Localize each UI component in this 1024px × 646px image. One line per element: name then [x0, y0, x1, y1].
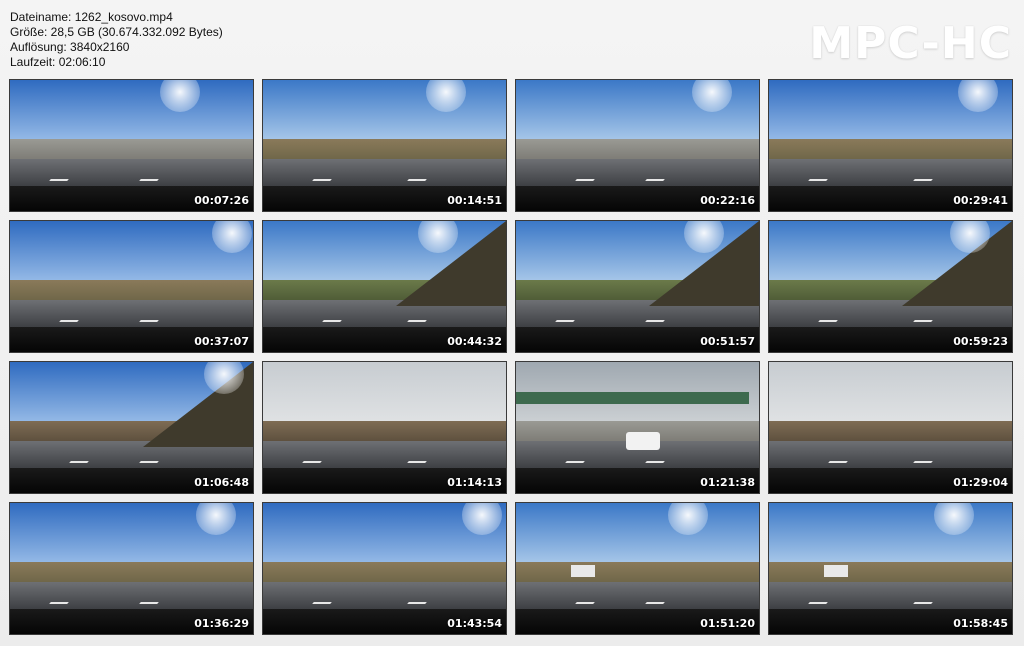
thumbnail-grid: 00:07:26 00:14:51 00:22:16 00:29:41 00:3… — [9, 79, 1013, 635]
timestamp: 00:44:32 — [447, 335, 502, 348]
video-frame — [10, 221, 253, 352]
timestamp: 01:21:38 — [700, 476, 755, 489]
timestamp: 00:51:57 — [700, 335, 755, 348]
thumbnail[interactable]: 00:51:57 — [515, 220, 760, 353]
video-frame — [263, 80, 506, 211]
video-frame — [10, 80, 253, 211]
timestamp: 00:29:41 — [953, 194, 1008, 207]
thumbnail[interactable]: 01:36:29 — [9, 502, 254, 635]
thumbnail[interactable]: 01:43:54 — [262, 502, 507, 635]
video-frame — [516, 221, 759, 352]
timestamp: 00:14:51 — [447, 194, 502, 207]
video-frame — [263, 221, 506, 352]
mpc-hc-logo: MPC-HC — [809, 18, 1012, 69]
filename-text: Dateiname: 1262_kosovo.mp4 — [10, 10, 173, 24]
thumbnail[interactable]: 00:37:07 — [9, 220, 254, 353]
timestamp: 00:37:07 — [194, 335, 249, 348]
video-frame — [263, 503, 506, 634]
thumbnail[interactable]: 00:29:41 — [768, 79, 1013, 212]
thumbnail[interactable]: 01:51:20 — [515, 502, 760, 635]
video-frame — [516, 503, 759, 634]
video-frame — [516, 80, 759, 211]
timestamp: 01:14:13 — [447, 476, 502, 489]
timestamp: 01:51:20 — [700, 617, 755, 630]
thumbnail[interactable]: 01:06:48 — [9, 361, 254, 494]
video-frame — [263, 362, 506, 493]
thumbnail[interactable]: 01:21:38 — [515, 361, 760, 494]
video-frame — [769, 362, 1012, 493]
thumbnail[interactable]: 00:44:32 — [262, 220, 507, 353]
timestamp: 01:43:54 — [447, 617, 502, 630]
timestamp: 00:59:23 — [953, 335, 1008, 348]
video-frame — [769, 80, 1012, 211]
timestamp: 01:36:29 — [194, 617, 249, 630]
timestamp: 01:06:48 — [194, 476, 249, 489]
video-frame — [516, 362, 759, 493]
resolution-text: Auflösung: 3840x2160 — [10, 40, 130, 54]
timestamp: 01:58:45 — [953, 617, 1008, 630]
duration-text: Laufzeit: 02:06:10 — [10, 55, 106, 69]
thumbnail[interactable]: 00:59:23 — [768, 220, 1013, 353]
video-frame — [10, 362, 253, 493]
video-frame — [769, 503, 1012, 634]
video-frame — [10, 503, 253, 634]
filesize-text: Größe: 28,5 GB (30.674.332.092 Bytes) — [10, 25, 223, 39]
thumbnail[interactable]: 01:29:04 — [768, 361, 1013, 494]
thumbnail[interactable]: 01:14:13 — [262, 361, 507, 494]
timestamp: 00:07:26 — [194, 194, 249, 207]
video-frame — [769, 221, 1012, 352]
thumbnail[interactable]: 00:22:16 — [515, 79, 760, 212]
timestamp: 00:22:16 — [700, 194, 755, 207]
file-info: Dateiname: 1262_kosovo.mp4 Größe: 28,5 G… — [10, 10, 223, 70]
timestamp: 01:29:04 — [953, 476, 1008, 489]
thumbnail[interactable]: 01:58:45 — [768, 502, 1013, 635]
thumbnail[interactable]: 00:14:51 — [262, 79, 507, 212]
thumbnail[interactable]: 00:07:26 — [9, 79, 254, 212]
